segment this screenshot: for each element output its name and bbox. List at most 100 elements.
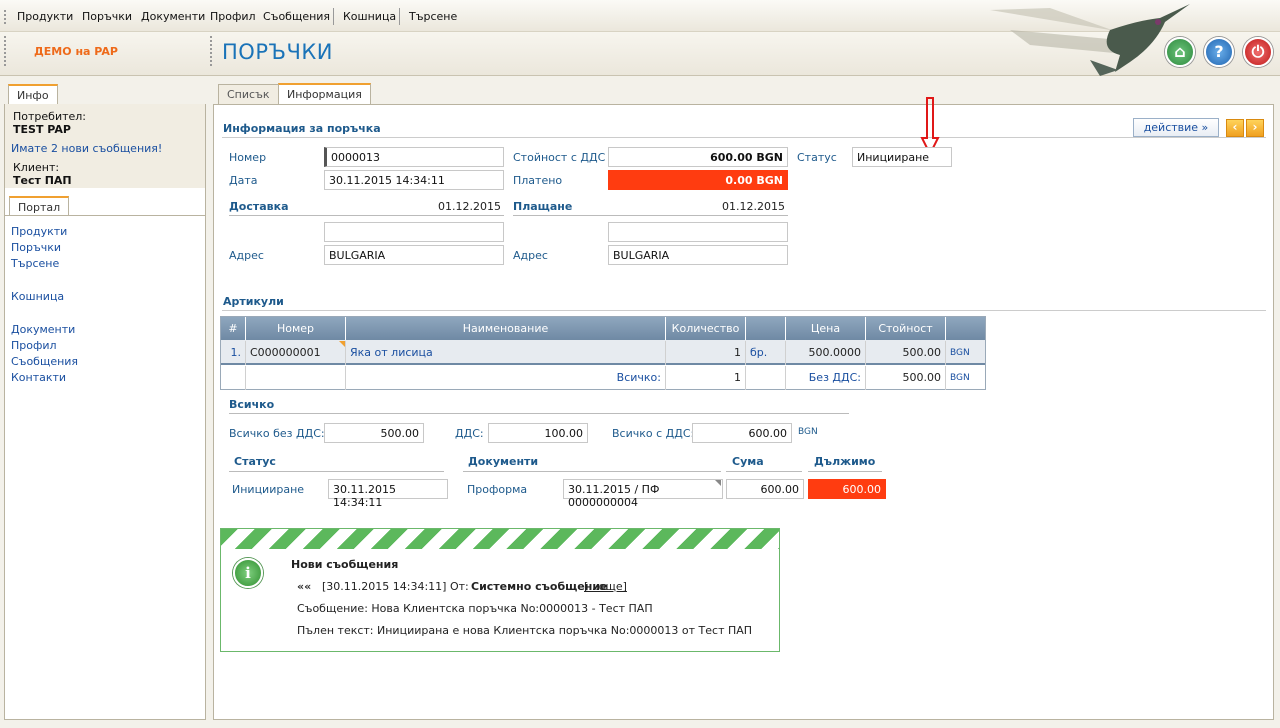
row-unit: бр. — [746, 341, 786, 365]
delivery-address-line1[interactable] — [324, 222, 504, 242]
delivery-date: 01.12.2015 — [438, 200, 501, 213]
menu-cart[interactable]: Кошница — [343, 10, 396, 23]
grid-header-value[interactable]: Стойност — [866, 317, 946, 340]
total-row-blank — [746, 366, 786, 390]
total-vat-label: Стойност с ДДС — [513, 151, 606, 164]
new-messages-link[interactable]: Имате 2 нови съобщения! — [11, 142, 162, 155]
row-code: C000000001 — [246, 341, 346, 365]
row-index: 1. — [221, 341, 246, 365]
novat-field[interactable]: 500.00 — [324, 423, 424, 443]
delivery-title: Доставка — [229, 200, 289, 213]
info-icon: i — [233, 558, 263, 588]
prev-button[interactable]: ‹ — [1226, 119, 1244, 137]
grid-header-index[interactable]: # — [221, 317, 246, 340]
portal-link-products[interactable]: Продукти — [11, 225, 67, 238]
tab-portal[interactable]: Портал — [9, 196, 70, 216]
grid-header-name[interactable]: Наименование — [346, 317, 666, 340]
total-row-value: 500.00 — [866, 366, 946, 390]
number-field[interactable]: 0000013 — [324, 147, 504, 167]
tab-list[interactable]: Списък — [218, 84, 279, 104]
novat-label: Всичко без ДДС: — [229, 427, 325, 440]
doc-type-link[interactable]: Проформа — [467, 483, 527, 496]
menu-profile[interactable]: Профил — [210, 10, 256, 23]
menu-separator — [333, 8, 334, 25]
divider — [808, 471, 882, 472]
portal-link-cart[interactable]: Кошница — [11, 290, 64, 303]
articles-title: Артикули — [223, 295, 284, 308]
divider — [229, 215, 504, 216]
row-price: 500.0000 — [786, 341, 866, 365]
home-icon: ⌂ — [1174, 42, 1186, 61]
delivery-address-field[interactable]: BULGARIA — [324, 245, 504, 265]
documents-column-title: Документи — [468, 455, 539, 468]
portal-link-profile[interactable]: Профил — [11, 339, 57, 352]
menu-grip — [4, 10, 6, 24]
message-full-text: Пълен текст: Инициирана е нова Клиентска… — [297, 624, 753, 637]
menu-orders[interactable]: Поръчки — [82, 10, 132, 23]
action-button[interactable]: действие » — [1133, 118, 1219, 137]
grid-header-unit[interactable] — [746, 317, 786, 340]
vat-label: ДДС: — [455, 427, 484, 440]
message-more-link[interactable]: [...още] — [584, 580, 627, 593]
logout-button[interactable]: ⏻ — [1243, 37, 1273, 67]
status-value-link[interactable]: Иницииране — [232, 483, 304, 496]
status-label: Статус — [797, 151, 837, 164]
portal-link-orders[interactable]: Поръчки — [11, 241, 61, 254]
next-button[interactable]: › — [1246, 119, 1264, 137]
payment-title: Плащане — [513, 200, 573, 213]
messages-title: Нови съобщения — [291, 558, 399, 571]
portal-link-search[interactable]: Търсене — [11, 257, 59, 270]
message-date-from: [30.11.2015 14:34:11] От: — [322, 580, 469, 593]
row-qty: 1 — [666, 341, 746, 365]
withvat-field[interactable]: 600.00 — [692, 423, 792, 443]
date-field[interactable]: 30.11.2015 14:34:11 — [324, 170, 504, 190]
due-column-title: Дължимо — [814, 455, 876, 468]
chevron-right-icon: › — [1252, 120, 1258, 134]
divider — [726, 471, 802, 472]
payment-address-line1[interactable] — [608, 222, 788, 242]
articles-grid: # Номер Наименование Количество Цена Сто… — [220, 316, 986, 390]
tab-information[interactable]: Информация — [278, 83, 371, 104]
number-label: Номер — [229, 151, 267, 164]
divider — [222, 137, 1266, 138]
due-field[interactable]: 600.00 — [808, 479, 886, 499]
status-date-field[interactable]: 30.11.2015 14:34:11 — [328, 479, 448, 509]
grid-header-qty[interactable]: Количество — [666, 317, 746, 340]
payment-address-field[interactable]: BULGARIA — [608, 245, 788, 265]
client-label: Клиент: — [13, 161, 60, 174]
menu-messages[interactable]: Съобщения — [263, 10, 330, 23]
divider — [229, 413, 849, 414]
paid-field[interactable]: 0.00 BGN — [608, 170, 788, 190]
home-button[interactable]: ⌂ — [1165, 37, 1195, 67]
portal-link-messages[interactable]: Съобщения — [11, 355, 78, 368]
new-messages-box: i Нови съобщения «« [30.11.2015 14:34:11… — [220, 528, 780, 652]
messages-nav[interactable]: «« — [297, 580, 311, 593]
order-info-title: Информация за поръчка — [223, 122, 381, 135]
tab-info[interactable]: Инфо — [8, 84, 58, 104]
page-title: ПОРЪЧКИ — [222, 40, 333, 64]
menu-documents[interactable]: Документи — [141, 10, 205, 23]
status-field[interactable]: Иницииране — [852, 147, 952, 167]
header-grip — [210, 36, 212, 66]
help-button[interactable]: ? — [1204, 37, 1234, 67]
corner-marker-icon — [339, 341, 345, 347]
grid-header-currency — [946, 317, 985, 340]
vat-field[interactable]: 100.00 — [488, 423, 588, 443]
portal-link-contacts[interactable]: Контакти — [11, 371, 66, 384]
sum-field[interactable]: 600.00 — [726, 479, 804, 499]
total-vat-field[interactable]: 600.00 BGN — [608, 147, 788, 167]
withvat-label: Всичко с ДДС: — [612, 427, 695, 440]
total-row-label: Всичко: — [346, 366, 666, 390]
menu-products[interactable]: Продукти — [17, 10, 73, 23]
portal-link-documents[interactable]: Документи — [11, 323, 75, 336]
help-icon: ? — [1214, 42, 1224, 61]
row-name[interactable]: Яка от лисица — [346, 341, 666, 365]
grid-header-price[interactable]: Цена — [786, 317, 866, 340]
doc-value-field[interactable]: 30.11.2015 / ПФ 0000000004 — [563, 479, 723, 509]
menu-search[interactable]: Търсене — [409, 10, 457, 23]
row-currency: BGN — [950, 348, 970, 358]
date-label: Дата — [229, 174, 258, 187]
power-icon: ⏻ — [1251, 42, 1265, 61]
grid-header-code[interactable]: Номер — [246, 317, 346, 340]
total-row-currency: BGN — [950, 373, 970, 383]
